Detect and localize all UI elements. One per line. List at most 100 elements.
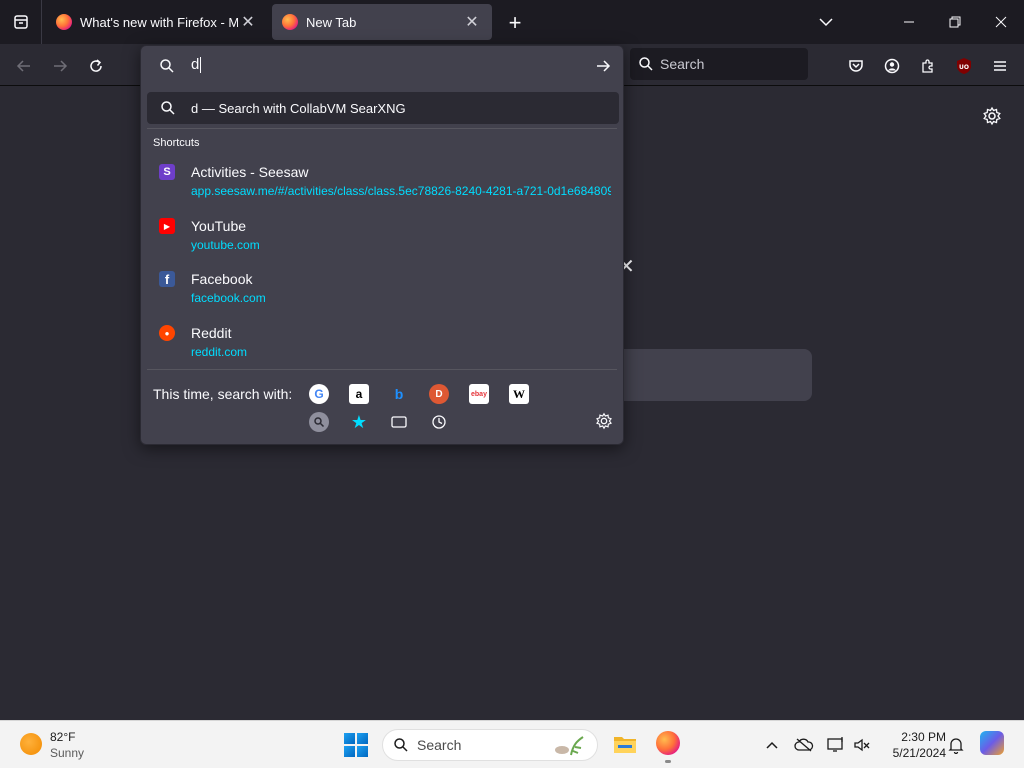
menu-button[interactable] — [986, 52, 1014, 80]
speaker-muted-icon — [854, 738, 870, 752]
display-button[interactable] — [826, 735, 846, 755]
shortcut-url: youtube.com — [191, 238, 260, 252]
shortcut-youtube[interactable]: ▶ YouTube youtube.com — [147, 214, 619, 264]
shortcut-reddit[interactable]: ● Reddit reddit.com — [147, 321, 619, 371]
restore-button[interactable] — [932, 0, 978, 44]
bookmarks-star-icon[interactable]: ★ — [349, 412, 369, 432]
urlbar-popup: d d — Search with CollabVM SearXNG Short… — [140, 45, 624, 445]
weather-condition[interactable]: Sunny — [50, 746, 84, 760]
notifications-button[interactable] — [946, 735, 966, 755]
tabs-icon[interactable] — [389, 412, 409, 432]
close-window-button[interactable] — [978, 0, 1024, 44]
volume-button[interactable] — [852, 735, 872, 755]
firefox-icon — [656, 731, 680, 755]
amazon-icon[interactable]: a — [349, 384, 369, 404]
clock-date: 5/21/2024 — [892, 746, 946, 760]
shortcut-title: Activities - Seesaw — [191, 164, 309, 180]
search-settings-button[interactable] — [595, 412, 613, 433]
pocket-button[interactable] — [842, 52, 870, 80]
firefox-view-button[interactable] — [0, 0, 42, 44]
search-suggestion-text: d — Search with CollabVM SearXNG — [191, 100, 406, 116]
tab-strip: What's new with Firefox - More ✕ New Tab… — [0, 0, 1024, 44]
pocket-icon — [849, 60, 863, 72]
reload-icon — [90, 59, 102, 72]
gear-icon — [596, 412, 612, 430]
search-icon — [394, 738, 408, 752]
back-arrow-icon — [16, 60, 30, 72]
gear-icon — [983, 106, 1001, 126]
shortcut-facebook[interactable]: f Facebook facebook.com — [147, 267, 619, 317]
history-icon[interactable] — [429, 412, 449, 432]
copilot-icon — [980, 731, 1004, 755]
wikipedia-icon[interactable]: W — [509, 384, 529, 404]
monitor-icon — [827, 737, 843, 752]
duckduckgo-icon[interactable]: D — [429, 384, 449, 404]
file-explorer-button[interactable] — [612, 731, 638, 757]
tab-whats-new[interactable]: What's new with Firefox - More ✕ — [46, 4, 268, 40]
divider — [147, 369, 617, 370]
minimize-icon — [904, 21, 914, 23]
show-hidden-icons-button[interactable] — [762, 735, 782, 755]
search-icon — [639, 57, 653, 71]
firefox-favicon-icon — [282, 14, 298, 30]
forward-arrow-icon — [54, 60, 68, 72]
search-highlight-icon — [555, 736, 584, 756]
bell-icon — [948, 738, 964, 754]
tab-title: New Tab — [306, 14, 357, 30]
shortcut-title: Reddit — [191, 325, 232, 341]
new-tab-button[interactable]: + — [504, 10, 526, 35]
ublock-origin-button[interactable]: UO — [950, 52, 978, 80]
firefox-taskbar-button[interactable] — [656, 731, 682, 763]
account-icon — [884, 58, 900, 74]
windows-logo-tile — [357, 746, 368, 757]
clock-icon — [432, 415, 446, 429]
shortcut-seesaw[interactable]: S Activities - Seesaw app.seesaw.me/#/ac… — [147, 160, 619, 210]
windows-logo-tile — [357, 733, 368, 744]
minimize-button[interactable] — [886, 0, 932, 44]
ntp-customize-button[interactable] — [982, 106, 1002, 129]
bing-icon[interactable]: b — [389, 384, 409, 404]
chevron-down-icon — [819, 18, 833, 27]
magnifier-icon — [314, 417, 325, 428]
system-clock[interactable]: 2:30 PM 5/21/2024 — [880, 729, 946, 761]
shortcut-url: reddit.com — [191, 345, 248, 359]
search-suggestion-row[interactable]: d — Search with CollabVM SearXNG — [147, 92, 619, 124]
restore-icon — [949, 16, 961, 28]
clock-time: 2:30 PM — [901, 730, 946, 744]
go-arrow-icon[interactable] — [595, 58, 611, 74]
searxng-icon[interactable] — [309, 412, 329, 432]
hamburger-menu-icon — [994, 61, 1006, 71]
forward-button[interactable] — [46, 52, 74, 80]
start-button[interactable] — [344, 733, 368, 757]
tab-new-tab[interactable]: New Tab ✕ — [272, 4, 492, 40]
toolbar-search-box[interactable]: Search — [630, 48, 808, 80]
shortcut-title: YouTube — [191, 218, 247, 234]
close-tab-icon[interactable]: ✕ — [462, 12, 482, 32]
chevron-up-icon — [766, 741, 778, 749]
account-button[interactable] — [878, 52, 906, 80]
search-with-label: This time, search with: — [153, 386, 293, 402]
taskbar-search-box[interactable]: Search — [382, 729, 598, 761]
close-icon — [995, 16, 1007, 28]
reload-button[interactable] — [82, 52, 110, 80]
windows-logo-tile — [344, 746, 355, 757]
weather-sun-icon[interactable] — [20, 733, 42, 755]
weather-temperature[interactable]: 82°F — [50, 730, 75, 744]
copilot-button[interactable] — [980, 731, 1004, 755]
cloud-offline-icon — [794, 738, 814, 752]
list-all-tabs-button[interactable] — [803, 0, 849, 44]
windows-logo-tile — [344, 733, 355, 744]
extensions-button[interactable] — [914, 52, 942, 80]
ebay-icon[interactable]: ebay — [469, 384, 489, 404]
close-tab-icon[interactable]: ✕ — [238, 12, 258, 32]
svg-text:UO: UO — [959, 64, 969, 71]
urlbar-input[interactable]: d — [141, 46, 623, 86]
onedrive-button[interactable] — [794, 735, 814, 755]
ntp-search-box[interactable] — [610, 349, 812, 401]
back-button[interactable] — [10, 52, 38, 80]
taskbar-search-placeholder: Search — [417, 737, 462, 753]
tab-title: What's new with Firefox - More — [80, 14, 238, 30]
firefox-favicon-icon — [56, 14, 72, 30]
google-icon[interactable]: G — [309, 384, 329, 404]
facebook-icon: f — [159, 271, 175, 287]
